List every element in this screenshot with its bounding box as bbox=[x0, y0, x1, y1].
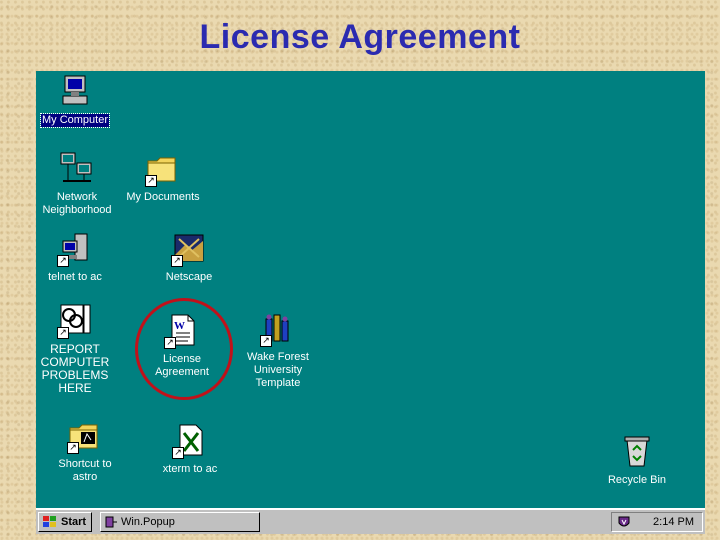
word-document-icon: W ↗ bbox=[164, 313, 200, 349]
shortcut-arrow-icon: ↗ bbox=[57, 255, 69, 267]
start-button[interactable]: Start bbox=[38, 512, 92, 532]
windows-logo-icon bbox=[43, 516, 56, 527]
system-tray: 2:14 PM bbox=[611, 512, 703, 532]
shortcut-arrow-icon: ↗ bbox=[67, 442, 79, 454]
desktop-icon-netscape[interactable]: ↗ Netscape bbox=[144, 231, 234, 284]
slide-title: License Agreement bbox=[199, 18, 521, 56]
shield-icon[interactable] bbox=[618, 516, 630, 529]
xterm-icon: ↗ bbox=[172, 423, 208, 459]
network-icon bbox=[59, 151, 95, 187]
taskbar: Start Win.Popup 2:14 PM bbox=[36, 508, 705, 534]
icon-label: Wake Forest University Template bbox=[247, 351, 309, 389]
desktop-icon-my-documents[interactable]: ↗ My Documents bbox=[118, 151, 208, 204]
icon-label: My Computer bbox=[39, 113, 111, 128]
template-icon: ↗ bbox=[260, 311, 296, 347]
icon-label: telnet to ac bbox=[48, 271, 102, 283]
task-label: Win.Popup bbox=[121, 516, 175, 528]
icon-label: Shortcut to astro bbox=[58, 458, 112, 483]
icon-label: Netscape bbox=[165, 271, 213, 283]
shortcut-arrow-icon: ↗ bbox=[145, 175, 157, 187]
desktop-icon-report-problems[interactable]: ↗ REPORT COMPUTER PROBLEMS HERE bbox=[30, 303, 120, 395]
icon-label: xterm to ac bbox=[162, 463, 218, 475]
desktop-icon-xterm[interactable]: ↗ xterm to ac bbox=[145, 423, 235, 476]
desktop-icon-shortcut-astro[interactable]: ↗ Shortcut to astro bbox=[40, 418, 130, 484]
shortcut-arrow-icon: ↗ bbox=[171, 255, 183, 267]
start-label: Start bbox=[61, 516, 87, 528]
folder-icon: ↗ bbox=[145, 151, 181, 187]
desktop-icon-wfu-template[interactable]: ↗ Wake Forest University Template bbox=[233, 311, 323, 390]
icon-label: REPORT COMPUTER PROBLEMS HERE bbox=[40, 342, 110, 395]
telnet-icon: ↗ bbox=[57, 231, 93, 267]
winpopup-icon bbox=[105, 516, 117, 528]
report-problems-icon: ↗ bbox=[57, 303, 93, 339]
icon-label: License Agreement bbox=[155, 353, 209, 378]
desktop-icon-telnet[interactable]: ↗ telnet to ac bbox=[30, 231, 120, 284]
desktop-icon-my-computer[interactable]: My Computer bbox=[30, 74, 120, 128]
icon-label: My Documents bbox=[126, 191, 200, 203]
icon-label: Recycle Bin bbox=[607, 474, 667, 486]
svg-text:W: W bbox=[174, 320, 185, 332]
netscape-icon: ↗ bbox=[171, 231, 207, 267]
desktop-icon-network-neighborhood[interactable]: Network Neighborhood bbox=[32, 151, 122, 217]
recycle-bin-icon bbox=[619, 434, 655, 470]
icon-label: Network Neighborhood bbox=[42, 191, 112, 216]
shortcut-arrow-icon: ↗ bbox=[164, 337, 176, 349]
shortcut-arrow-icon: ↗ bbox=[260, 335, 272, 347]
desktop-icon-recycle-bin[interactable]: Recycle Bin bbox=[592, 434, 682, 487]
clock[interactable]: 2:14 PM bbox=[653, 513, 694, 531]
folder-icon: ↗ bbox=[67, 418, 103, 454]
shortcut-arrow-icon: ↗ bbox=[57, 327, 69, 339]
desktop-icon-license-agreement[interactable]: W ↗ License Agreement bbox=[137, 313, 227, 379]
taskbar-button-winpopup[interactable]: Win.Popup bbox=[100, 512, 260, 532]
shortcut-arrow-icon: ↗ bbox=[172, 447, 184, 459]
computer-icon bbox=[57, 74, 93, 110]
